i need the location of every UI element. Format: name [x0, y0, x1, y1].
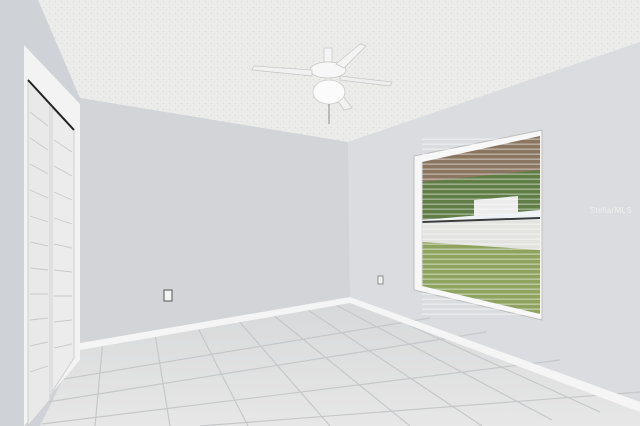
window-with-blinds — [413, 129, 543, 321]
room-scene — [0, 0, 640, 426]
wall-plug-right — [377, 275, 384, 285]
watermark-text: StellarMLS — [589, 206, 632, 215]
bifold-closet-door — [24, 45, 80, 426]
electrical-outlet — [163, 289, 173, 302]
